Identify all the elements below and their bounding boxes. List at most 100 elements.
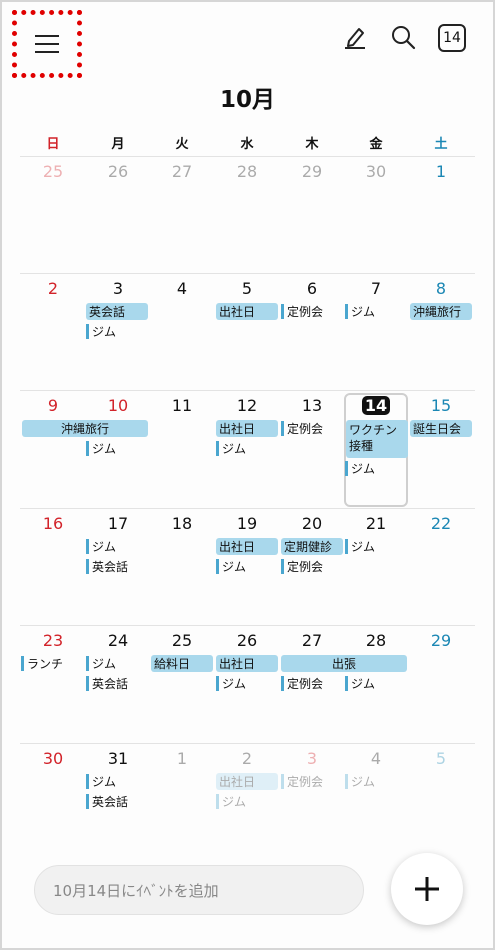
day-cell[interactable]: 20 bbox=[280, 514, 344, 533]
add-event-input[interactable]: 10月14日にｲﾍﾞﾝﾄを追加 bbox=[34, 865, 364, 915]
day-cell[interactable]: 2 bbox=[215, 749, 279, 768]
plus-icon bbox=[415, 877, 439, 901]
weekday-tue: 火 bbox=[175, 137, 189, 152]
weekday-mon: 月 bbox=[111, 137, 125, 152]
event-bar[interactable]: 出社日 bbox=[216, 303, 278, 320]
day-cell[interactable]: 30 bbox=[344, 162, 408, 181]
weekday-wed: 水 bbox=[240, 137, 254, 152]
event-bar[interactable]: ワクチン接種 bbox=[346, 420, 408, 458]
day-cell[interactable]: 10 bbox=[86, 396, 150, 415]
day-cell[interactable]: 28 bbox=[215, 162, 279, 181]
event-item[interactable]: ジム bbox=[216, 558, 246, 575]
edit-button[interactable] bbox=[340, 22, 370, 52]
event-bar[interactable]: 出社日 bbox=[216, 538, 278, 555]
day-cell[interactable]: 26 bbox=[215, 631, 279, 650]
day-cell[interactable]: 26 bbox=[86, 162, 150, 181]
weekday-sun: 日 bbox=[46, 137, 60, 152]
day-cell[interactable]: 24 bbox=[86, 631, 150, 650]
day-cell[interactable]: 31 bbox=[86, 749, 150, 768]
month-title: 10月 bbox=[219, 87, 275, 113]
day-cell-today[interactable]: 14 bbox=[344, 396, 408, 415]
add-event-button[interactable] bbox=[391, 853, 463, 925]
day-cell[interactable]: 8 bbox=[409, 279, 473, 298]
day-cell[interactable]: 2 bbox=[21, 279, 85, 298]
event-bar[interactable]: 出社日 bbox=[216, 655, 278, 672]
week-divider bbox=[20, 625, 475, 626]
menu-button[interactable] bbox=[12, 10, 82, 78]
event-item[interactable]: 英会話 bbox=[86, 675, 128, 692]
edit-icon bbox=[345, 28, 365, 49]
day-cell[interactable]: 25 bbox=[21, 162, 85, 181]
event-item[interactable]: ジム bbox=[345, 675, 375, 692]
event-item[interactable]: ジム bbox=[216, 675, 246, 692]
menu-icon bbox=[35, 35, 59, 53]
week-divider bbox=[20, 156, 475, 157]
event-bar[interactable]: 定期健診 bbox=[281, 538, 343, 555]
event-item[interactable]: 定例会 bbox=[281, 773, 323, 790]
day-cell[interactable]: 6 bbox=[280, 279, 344, 298]
day-cell[interactable]: 1 bbox=[409, 162, 473, 181]
day-cell[interactable]: 12 bbox=[215, 396, 279, 415]
day-cell[interactable]: 11 bbox=[150, 396, 214, 415]
event-bar[interactable]: 出張 bbox=[281, 655, 407, 672]
event-bar[interactable]: 沖縄旅行 bbox=[410, 303, 472, 320]
day-cell[interactable]: 28 bbox=[344, 631, 408, 650]
event-bar[interactable]: 沖縄旅行 bbox=[22, 420, 148, 437]
today-button[interactable]: 14 bbox=[438, 24, 466, 52]
day-cell[interactable]: 30 bbox=[21, 749, 85, 768]
event-item[interactable]: 定例会 bbox=[281, 420, 323, 437]
day-cell[interactable]: 19 bbox=[215, 514, 279, 533]
event-item[interactable]: ジム bbox=[345, 773, 375, 790]
week-divider bbox=[20, 508, 475, 509]
day-cell[interactable]: 4 bbox=[150, 279, 214, 298]
day-cell[interactable]: 15 bbox=[409, 396, 473, 415]
event-item[interactable]: 英会話 bbox=[86, 793, 128, 810]
search-button[interactable] bbox=[388, 22, 418, 52]
week-divider bbox=[20, 273, 475, 274]
search-icon bbox=[392, 26, 416, 50]
event-item[interactable]: ジム bbox=[86, 773, 116, 790]
event-item[interactable]: ジム bbox=[345, 303, 375, 320]
event-bar[interactable]: 給料日 bbox=[151, 655, 213, 672]
event-item[interactable]: ジム bbox=[345, 538, 375, 555]
day-cell[interactable]: 7 bbox=[344, 279, 408, 298]
day-cell[interactable]: 27 bbox=[150, 162, 214, 181]
day-cell[interactable]: 3 bbox=[86, 279, 150, 298]
day-cell[interactable]: 23 bbox=[21, 631, 85, 650]
event-item[interactable]: 定例会 bbox=[281, 303, 323, 320]
event-item[interactable]: ジム bbox=[86, 440, 116, 457]
event-item[interactable]: ジム bbox=[86, 655, 116, 672]
event-bar[interactable]: 出社日 bbox=[216, 773, 278, 790]
event-item[interactable]: ランチ bbox=[21, 655, 63, 672]
day-cell[interactable]: 13 bbox=[280, 396, 344, 415]
day-cell[interactable]: 16 bbox=[21, 514, 85, 533]
day-cell[interactable]: 22 bbox=[409, 514, 473, 533]
event-item[interactable]: 定例会 bbox=[281, 675, 323, 692]
day-cell[interactable]: 21 bbox=[344, 514, 408, 533]
day-cell[interactable]: 5 bbox=[409, 749, 473, 768]
event-item[interactable]: ジム bbox=[345, 460, 375, 477]
weekday-sat: 土 bbox=[434, 137, 448, 152]
day-cell[interactable]: 1 bbox=[150, 749, 214, 768]
day-cell[interactable]: 3 bbox=[280, 749, 344, 768]
day-cell[interactable]: 17 bbox=[86, 514, 150, 533]
day-cell[interactable]: 29 bbox=[409, 631, 473, 650]
weekday-thu: 木 bbox=[305, 137, 319, 152]
day-cell[interactable]: 18 bbox=[150, 514, 214, 533]
today-badge: 14 bbox=[361, 396, 391, 415]
event-bar[interactable]: 英会話 bbox=[86, 303, 148, 320]
event-item[interactable]: ジム bbox=[86, 323, 116, 340]
day-cell[interactable]: 29 bbox=[280, 162, 344, 181]
event-item[interactable]: ジム bbox=[216, 793, 246, 810]
day-cell[interactable]: 5 bbox=[215, 279, 279, 298]
day-cell[interactable]: 25 bbox=[150, 631, 214, 650]
event-item[interactable]: ジム bbox=[216, 440, 246, 457]
event-item[interactable]: 定例会 bbox=[281, 558, 323, 575]
event-item[interactable]: ジム bbox=[86, 538, 116, 555]
event-item[interactable]: 英会話 bbox=[86, 558, 128, 575]
day-cell[interactable]: 27 bbox=[280, 631, 344, 650]
day-cell[interactable]: 9 bbox=[21, 396, 85, 415]
event-bar[interactable]: 誕生日会 bbox=[410, 420, 472, 437]
event-bar[interactable]: 出社日 bbox=[216, 420, 278, 437]
day-cell[interactable]: 4 bbox=[344, 749, 408, 768]
